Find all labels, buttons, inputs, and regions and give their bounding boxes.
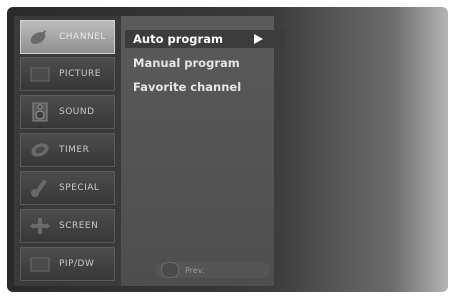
- sidebar-item-label: PIP/DW: [59, 259, 95, 269]
- sidebar-item-special[interactable]: SPECIAL: [20, 171, 115, 205]
- osd-sidebar: CHANNEL PICTURE SOUND TIMER SPECIAL SCRE…: [20, 20, 115, 283]
- menu-item-label: Auto program: [133, 32, 223, 46]
- screen-icon: [27, 215, 53, 237]
- menu-item-manual-program[interactable]: Manual program: [125, 54, 285, 72]
- sidebar-item-label: SPECIAL: [59, 183, 100, 193]
- hint-label: Prev.: [185, 265, 205, 275]
- menu-item-label: Favorite channel: [133, 80, 242, 94]
- sidebar-item-picture[interactable]: PICTURE: [20, 57, 115, 91]
- pip-icon: [27, 253, 53, 275]
- sidebar-item-label: SCREEN: [59, 221, 99, 231]
- sidebar-item-label: TIMER: [59, 145, 90, 155]
- arrow-right-icon: [254, 34, 263, 44]
- sidebar-item-label: CHANNEL: [59, 32, 106, 42]
- sidebar-item-pip[interactable]: PIP/DW: [20, 247, 115, 281]
- menu-item-label: Manual program: [133, 56, 240, 70]
- menu-item-auto-program[interactable]: Auto program: [125, 30, 285, 48]
- sidebar-item-channel[interactable]: CHANNEL: [20, 20, 115, 54]
- sidebar-item-timer[interactable]: TIMER: [20, 133, 115, 167]
- sidebar-item-sound[interactable]: SOUND: [20, 95, 115, 129]
- wrench-icon: [27, 177, 53, 199]
- remote-button-icon: [161, 262, 179, 278]
- speaker-icon: [27, 101, 53, 123]
- satellite-icon: [27, 26, 53, 48]
- picture-icon: [27, 63, 53, 85]
- sidebar-item-screen[interactable]: SCREEN: [20, 209, 115, 243]
- sidebar-item-label: SOUND: [59, 107, 95, 117]
- sidebar-item-label: PICTURE: [59, 69, 101, 79]
- clock-icon: [27, 139, 53, 161]
- menu-item-favorite-channel[interactable]: Favorite channel: [125, 78, 285, 96]
- prev-hint: Prev.: [155, 262, 270, 278]
